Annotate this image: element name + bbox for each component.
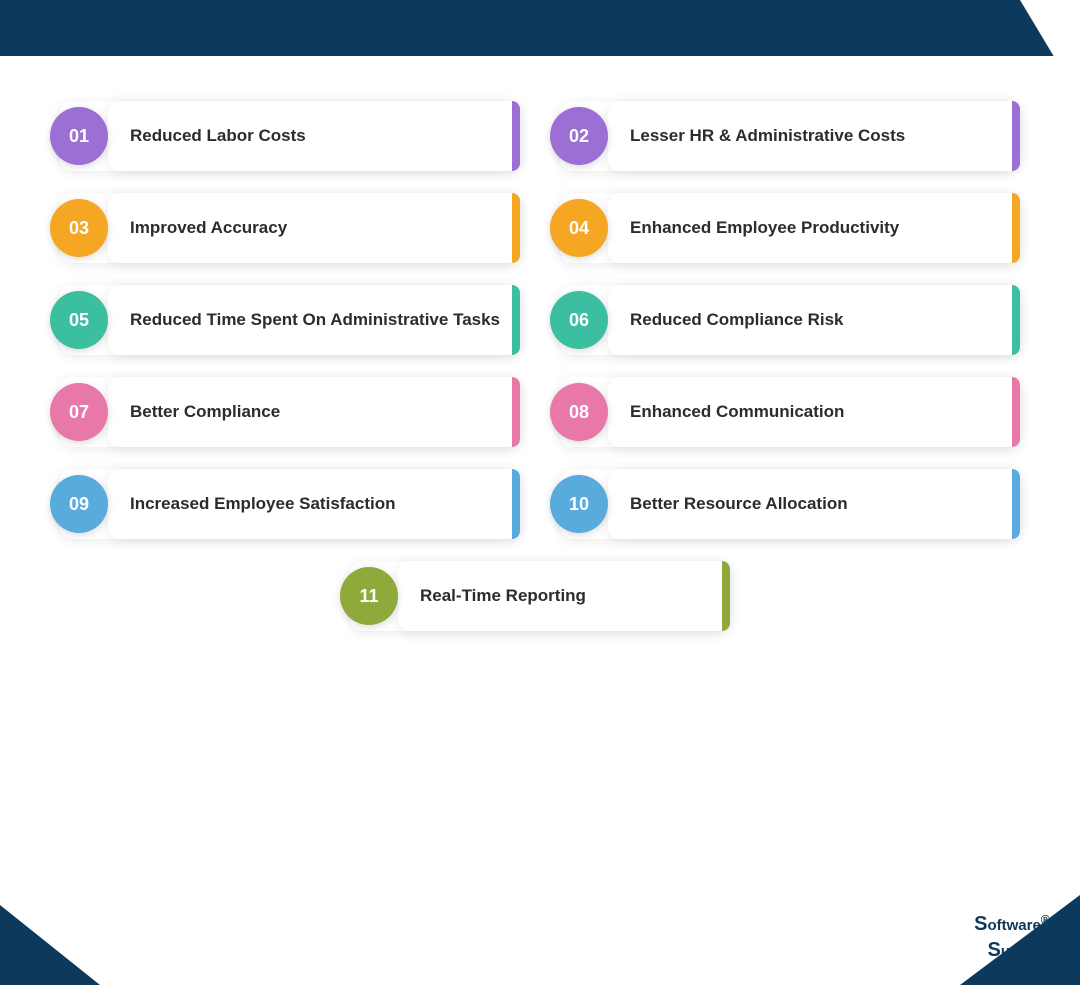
card-text-08: Enhanced Communication bbox=[630, 401, 844, 424]
benefit-card-10: 10 Better Resource Allocation bbox=[560, 469, 1020, 539]
badge-07: 07 bbox=[50, 383, 108, 441]
benefit-card-04: 04 Enhanced Employee Productivity bbox=[560, 193, 1020, 263]
benefit-card-03: 03 Improved Accuracy bbox=[60, 193, 520, 263]
header bbox=[0, 0, 1080, 56]
card-text-05: Reduced Time Spent On Administrative Tas… bbox=[130, 309, 500, 332]
card-body-02: Lesser HR & Administrative Costs bbox=[608, 101, 1020, 171]
badge-09: 09 bbox=[50, 475, 108, 533]
content-area: 01 Reduced Labor Costs 02 Lesser HR & Ad… bbox=[0, 56, 1080, 661]
badge-01: 01 bbox=[50, 107, 108, 165]
badge-05: 05 bbox=[50, 291, 108, 349]
benefit-card-01: 01 Reduced Labor Costs bbox=[60, 101, 520, 171]
benefit-card-08: 08 Enhanced Communication bbox=[560, 377, 1020, 447]
card-body-09: Increased Employee Satisfaction bbox=[108, 469, 520, 539]
card-body-04: Enhanced Employee Productivity bbox=[608, 193, 1020, 263]
card-body-11: Real-Time Reporting bbox=[398, 561, 730, 631]
card-text-02: Lesser HR & Administrative Costs bbox=[630, 125, 905, 148]
benefit-card-06: 06 Reduced Compliance Risk bbox=[560, 285, 1020, 355]
card-text-03: Improved Accuracy bbox=[130, 217, 287, 240]
badge-03: 03 bbox=[50, 199, 108, 257]
benefit-card-09: 09 Increased Employee Satisfaction bbox=[60, 469, 520, 539]
badge-08: 08 bbox=[550, 383, 608, 441]
card-text-04: Enhanced Employee Productivity bbox=[630, 217, 899, 240]
card-text-11: Real-Time Reporting bbox=[420, 585, 586, 608]
benefit-card-02: 02 Lesser HR & Administrative Costs bbox=[560, 101, 1020, 171]
card-body-05: Reduced Time Spent On Administrative Tas… bbox=[108, 285, 520, 355]
badge-11: 11 bbox=[340, 567, 398, 625]
badge-04: 04 bbox=[550, 199, 608, 257]
benefit-card-07: 07 Better Compliance bbox=[60, 377, 520, 447]
card-body-10: Better Resource Allocation bbox=[608, 469, 1020, 539]
card-body-03: Improved Accuracy bbox=[108, 193, 520, 263]
card-text-01: Reduced Labor Costs bbox=[130, 125, 306, 148]
card-text-10: Better Resource Allocation bbox=[630, 493, 848, 516]
watermark-text: Software®Suggest bbox=[974, 911, 1050, 963]
card-body-01: Reduced Labor Costs bbox=[108, 101, 520, 171]
benefit-card-05: 05 Reduced Time Spent On Administrative … bbox=[60, 285, 520, 355]
card-text-09: Increased Employee Satisfaction bbox=[130, 493, 396, 516]
watermark: Software®Suggest bbox=[974, 911, 1050, 963]
card-text-06: Reduced Compliance Risk bbox=[630, 309, 844, 332]
badge-02: 02 bbox=[550, 107, 608, 165]
card-text-07: Better Compliance bbox=[130, 401, 280, 424]
center-row: 11 Real-Time Reporting bbox=[60, 561, 1020, 631]
corner-decoration-left bbox=[0, 905, 100, 985]
card-body-08: Enhanced Communication bbox=[608, 377, 1020, 447]
badge-10: 10 bbox=[550, 475, 608, 533]
card-body-06: Reduced Compliance Risk bbox=[608, 285, 1020, 355]
card-body-07: Better Compliance bbox=[108, 377, 520, 447]
benefits-grid: 01 Reduced Labor Costs 02 Lesser HR & Ad… bbox=[60, 101, 1020, 539]
badge-06: 06 bbox=[550, 291, 608, 349]
benefit-card-11: 11 Real-Time Reporting bbox=[350, 561, 730, 631]
